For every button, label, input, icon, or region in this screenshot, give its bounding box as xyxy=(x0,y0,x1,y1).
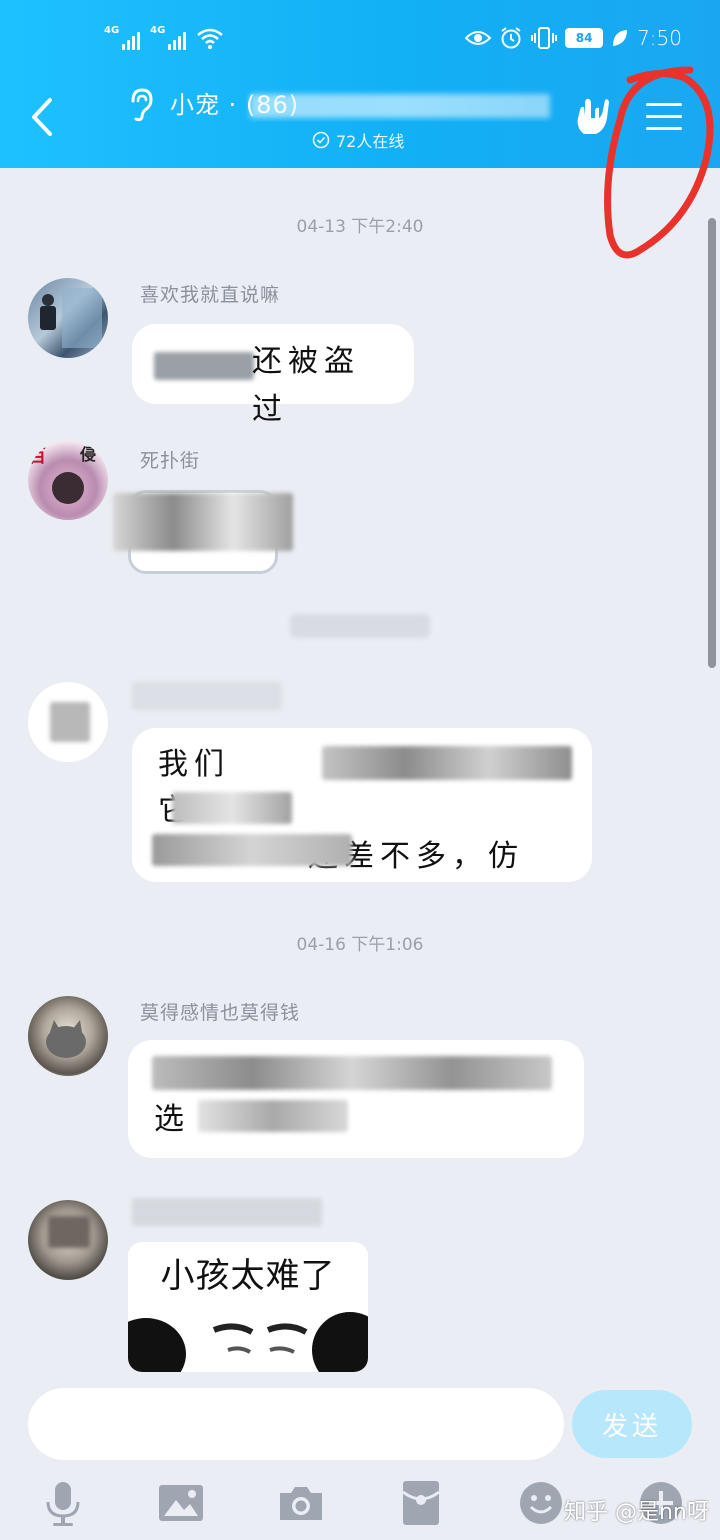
sim1-label: 4G xyxy=(104,25,120,36)
message-bubble[interactable] xyxy=(113,490,293,574)
leaf-icon xyxy=(613,30,628,46)
timestamp: 04-16 下午1:06 xyxy=(296,935,424,955)
red-packet-icon[interactable] xyxy=(396,1478,446,1528)
message-input[interactable] xyxy=(28,1388,564,1460)
ear-icon xyxy=(131,88,153,122)
avatar[interactable] xyxy=(28,996,108,1076)
hand-gesture-icon[interactable] xyxy=(572,96,614,138)
scrollbar[interactable] xyxy=(708,218,716,668)
avatar[interactable] xyxy=(28,1200,108,1280)
microphone-icon[interactable] xyxy=(38,1478,88,1528)
sender-name: 莫得感情也莫得钱 xyxy=(140,1002,301,1024)
sticker-image[interactable]: 小孩太难了 xyxy=(128,1242,368,1372)
alarm-icon xyxy=(501,27,521,49)
online-status: 72人在线 xyxy=(312,128,404,152)
title-mosaic xyxy=(250,94,550,118)
send-button[interactable]: 发送 xyxy=(572,1390,692,1458)
sender-name: 死扑街 xyxy=(140,450,201,472)
panda-face-icon xyxy=(128,1312,368,1372)
cat-avatar-icon xyxy=(46,1020,86,1058)
online-check-icon xyxy=(312,131,330,149)
message-bubble[interactable]: 我们 它 还差不多，仿 xyxy=(132,728,592,882)
online-count: 72人在线 xyxy=(336,132,405,151)
message-bubble[interactable]: 还被盗过 xyxy=(132,324,414,427)
sender-name: 喜欢我就直说嘛 xyxy=(140,284,281,306)
emoji-icon[interactable] xyxy=(516,1478,566,1528)
signal-icon: 4G xyxy=(104,25,141,50)
mosaic xyxy=(113,493,293,551)
timestamp: 04-13 下午2:40 xyxy=(296,217,424,237)
message-bubble[interactable]: 选 xyxy=(128,1040,584,1158)
signal-icon: 4G xyxy=(150,25,187,50)
avatar[interactable] xyxy=(28,278,108,358)
group-title[interactable]: 小宠 · (86) xyxy=(170,88,560,122)
sender-name xyxy=(132,682,282,710)
svg-text:百: 百 xyxy=(28,446,46,467)
avatar[interactable] xyxy=(28,682,108,762)
wifi-icon xyxy=(197,28,224,49)
message-text: 还被盗过 xyxy=(252,344,360,427)
camera-icon[interactable] xyxy=(276,1478,326,1528)
status-left: 4G 4G xyxy=(104,26,224,50)
mosaic xyxy=(154,352,254,380)
zhihu-watermark: 知乎 @是nn呀 xyxy=(564,1500,709,1525)
menu-icon[interactable] xyxy=(644,100,684,134)
eye-icon xyxy=(465,31,492,45)
svg-text:侵: 侵 xyxy=(79,445,96,464)
back-arrow-icon[interactable] xyxy=(28,96,58,138)
anime-avatar-icon: 百 侵 xyxy=(28,445,96,504)
status-right: 84 7:50 xyxy=(465,26,682,50)
sim2-label: 4G xyxy=(150,25,166,36)
battery-indicator: 84 xyxy=(565,28,604,48)
chat-header: 4G 4G 84 7:50 小宠 · (86) 72人在线 xyxy=(0,0,720,168)
avatar[interactable]: 百 侵 xyxy=(28,440,108,520)
vibrate-icon xyxy=(531,27,558,49)
sender-name xyxy=(132,1198,322,1226)
status-time: 7:50 xyxy=(637,26,682,50)
blurred-timestamp xyxy=(290,614,430,638)
image-icon[interactable] xyxy=(156,1478,206,1528)
person-icon xyxy=(40,288,102,348)
